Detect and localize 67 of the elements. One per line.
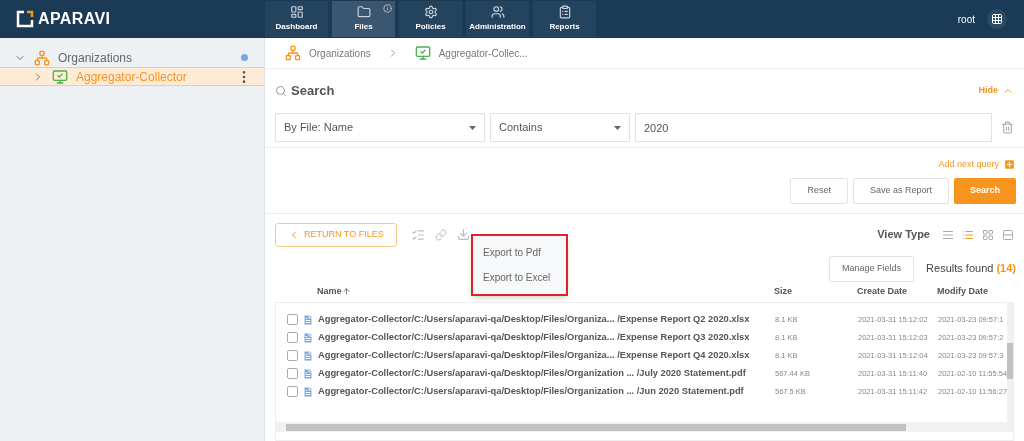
list-check-icon[interactable] — [410, 227, 425, 242]
tree-label: Aggregator-Collector — [76, 68, 188, 86]
folder-icon — [356, 5, 371, 19]
rows-view-icon[interactable] — [1002, 228, 1014, 241]
logo-text: APARAVI — [38, 9, 111, 29]
operator-select[interactable]: Contains — [490, 113, 630, 142]
column-header[interactable]: Modify Date — [937, 284, 988, 299]
horizontal-scrollbar[interactable] — [276, 422, 1013, 432]
download-icon[interactable] — [456, 228, 470, 241]
row-checkbox[interactable] — [287, 386, 298, 397]
dashboard-icon — [289, 5, 304, 19]
file-icon — [302, 313, 314, 326]
row-checkbox[interactable] — [287, 332, 298, 343]
value-input[interactable]: 2020 — [635, 113, 992, 142]
caret-icon[interactable] — [614, 125, 621, 130]
file-name: Aggregator-Collector/C:/Users/aparavi-qa/Desktop/Files/Organization ... /Jun 2020 Statement.pdf — [318, 384, 745, 398]
file-icon — [302, 367, 314, 380]
file-name: Aggregator-Collector/C:/Users/aparavi-qa/Desktop/Files/Organization ... /July 2020 Statement.pdf — [318, 366, 747, 380]
settings-icon — [423, 5, 438, 19]
monitor-icon — [52, 68, 68, 85]
file-icon — [302, 331, 314, 344]
file-name: Aggregator-Collector/C:/Users/aparavi-qa/Desktop/Files/Organiza... /Expense Report Q2 2020.xlsx — [318, 312, 751, 326]
nav-tab[interactable]: Reports — [533, 1, 596, 37]
nav-tab[interactable]: Files — [332, 1, 395, 37]
tree-label: Organizations — [58, 49, 134, 67]
breadcrumb-link[interactable]: Aggregator-Collec... — [438, 45, 528, 61]
results-count: Results found (14) — [926, 261, 1016, 277]
breadcrumb-link[interactable]: Organizations — [309, 45, 371, 61]
people-icon — [490, 5, 505, 19]
tree-item[interactable]: Organizations — [0, 48, 264, 67]
detail-list-view-icon[interactable] — [962, 228, 974, 241]
sort-arrow-icon — [341, 287, 351, 296]
list-view-icon[interactable] — [942, 228, 954, 241]
link-icon[interactable] — [434, 228, 447, 241]
trash-icon[interactable] — [1001, 121, 1014, 134]
field-select[interactable]: By File: Name — [275, 113, 485, 142]
network-icon — [34, 49, 50, 66]
vertical-scrollbar[interactable] — [1007, 302, 1014, 422]
file-name: Aggregator-Collector/C:/Users/aparavi-qa/Desktop/Files/Organiza... /Expense Report Q3 2020.xlsx — [318, 330, 751, 344]
network-icon — [285, 45, 301, 61]
manage-fields-button[interactable]: Manage Fields — [829, 255, 915, 282]
action-button[interactable]: Reset — [790, 177, 848, 204]
row-checkbox[interactable] — [287, 314, 298, 325]
nav-tab[interactable]: Dashboard — [265, 1, 328, 37]
nav-tab[interactable]: Policies — [399, 1, 462, 37]
row-checkbox[interactable] — [287, 350, 298, 361]
search-icon — [275, 85, 287, 97]
column-header[interactable]: Size — [774, 284, 857, 299]
file-name: Aggregator-Collector/C:/Users/aparavi-qa/Desktop/Files/Organiza... /Expense Report Q4 2020.xlsx — [318, 348, 751, 362]
plus-icon[interactable] — [1003, 158, 1016, 172]
menu-item[interactable]: Export to Pdf — [473, 239, 566, 265]
column-header[interactable]: Create Date — [857, 284, 937, 299]
clipboard-icon — [557, 5, 572, 19]
file-icon — [302, 349, 314, 362]
monitor-icon — [414, 45, 431, 61]
user-name: root — [957, 12, 975, 27]
file-icon — [302, 385, 314, 398]
caret-icon[interactable] — [469, 125, 476, 130]
action-button[interactable]: Save as Report — [852, 177, 949, 204]
apps-menu-button[interactable] — [987, 9, 1007, 29]
view-type-label: View Type — [877, 227, 930, 243]
logo-icon — [16, 10, 34, 28]
section-title: Search — [291, 82, 336, 101]
grid-view-icon[interactable] — [982, 228, 994, 241]
row-checkbox[interactable] — [287, 368, 298, 379]
nav-tab[interactable]: Administration — [466, 1, 529, 37]
apps-grid-icon — [991, 13, 1003, 25]
